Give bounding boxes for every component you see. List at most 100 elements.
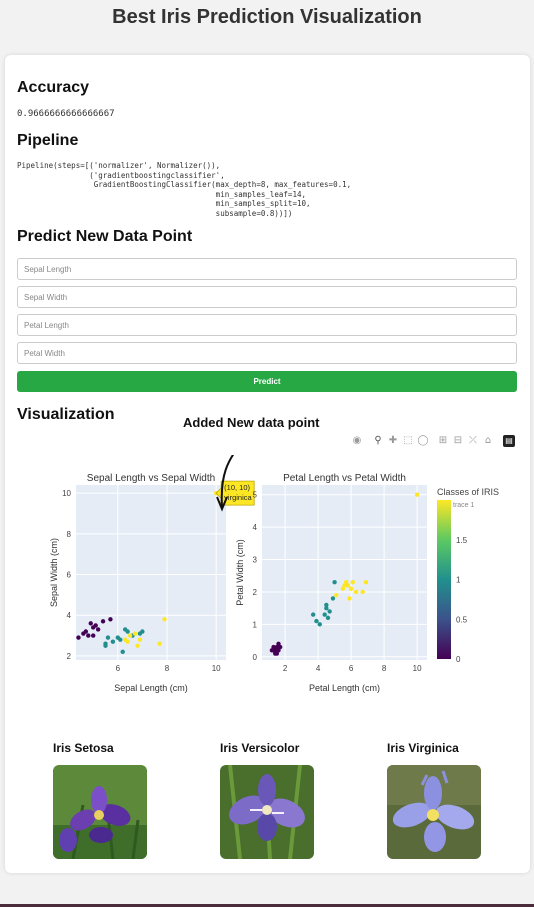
data-point (343, 580, 349, 585)
data-point (269, 648, 275, 653)
data-point (334, 592, 339, 598)
data-point (83, 629, 89, 634)
y-tick-label: 6 (67, 571, 72, 580)
data-point (310, 612, 316, 617)
pan-icon[interactable]: ✚ (387, 435, 399, 447)
petal-length-input[interactable] (17, 314, 517, 336)
y-tick-label: 10 (62, 489, 71, 498)
reset-axes-icon[interactable]: ⌂ (482, 435, 494, 447)
data-point (103, 641, 108, 646)
y-tick-label: 2 (253, 588, 258, 597)
flower-title: Iris Versicolor (220, 741, 300, 755)
data-point (135, 643, 140, 648)
data-point (132, 631, 138, 636)
colorbar-tick-label: 1 (456, 576, 461, 585)
visualization-heading: Visualization (17, 406, 115, 423)
data-point (330, 596, 336, 601)
colorbar-gradient (437, 500, 451, 659)
x-tick-label: 6 (349, 664, 354, 673)
tooltip-text: virginica (224, 493, 252, 502)
y-tick-label: 5 (253, 491, 258, 500)
data-point (325, 615, 331, 621)
flower-card-versicolor: Iris Versicolor (220, 741, 320, 859)
zoom-icon[interactable]: ⚲ (372, 435, 384, 447)
plot-area: 6 8 10246810Sepal Length vs Sepal WidthSep… (49, 455, 499, 693)
accuracy-value: 0.9666666666666667 (17, 109, 115, 119)
page-title: Best Iris Prediction Visualization (112, 6, 422, 28)
data-point (347, 596, 352, 601)
data-point (88, 621, 93, 626)
data-point (350, 580, 355, 585)
data-point (157, 641, 162, 646)
pipeline-heading: Pipeline (17, 132, 79, 149)
colorbar-tick-label: 0 (456, 655, 461, 664)
y-tick-label: 1 (253, 620, 258, 629)
data-point (277, 644, 283, 650)
y-tick-label: 4 (253, 523, 258, 532)
x-tick-label: 2 (283, 664, 288, 673)
colorbar-tick-label: 0.5 (456, 615, 468, 624)
data-point (110, 639, 116, 644)
iris-virginica-image (387, 765, 481, 859)
data-point (108, 617, 113, 622)
x-tick-label: 8 (382, 664, 387, 673)
data-point (162, 617, 167, 622)
petal-subplot[interactable]: 2 4 6 8 10 0 1 2 3 4 5 Petal Length vs Petal Width P… (235, 473, 427, 693)
zoom-in-icon[interactable]: ⊞ (437, 435, 449, 447)
data-point (140, 629, 145, 634)
data-point (105, 635, 111, 640)
data-point (332, 580, 337, 585)
y-tick-label: 4 (67, 611, 72, 620)
plot-background (262, 485, 427, 660)
plot-background (76, 485, 226, 660)
zoom-out-icon[interactable]: ⊟ (452, 435, 464, 447)
y-axis-title: Petal Width (cm) (235, 539, 245, 606)
plotly-logo-icon[interactable]: ▤ (503, 435, 515, 447)
data-point (125, 639, 130, 644)
data-point (100, 619, 106, 624)
data-point (327, 609, 332, 614)
main-card: Accuracy 0.9666666666666667 Pipeline Pip… (5, 55, 530, 873)
x-tick-label: 6 (116, 664, 121, 673)
data-point (127, 633, 133, 638)
sepal-subplot[interactable]: 6 8 10246810Sepal Length vs Sepal WidthSep… (49, 455, 255, 693)
tooltip-text: (10, 10) (224, 483, 250, 492)
data-point (322, 612, 327, 617)
subplot-title: Sepal Length vs Sepal Width (87, 473, 215, 484)
data-point (363, 580, 369, 585)
petal-width-input[interactable] (17, 342, 517, 364)
lasso-icon[interactable]: ◯ (417, 435, 429, 447)
iris-setosa-image (53, 765, 147, 859)
colorbar: Classes of IRIS trace 1 0 0.5 1 1.5 (437, 487, 499, 664)
data-point (122, 627, 128, 632)
x-axis-title: Petal Length (cm) (309, 683, 380, 693)
camera-icon[interactable]: ◉ (351, 435, 363, 447)
box-select-icon[interactable]: ⬚ (402, 435, 414, 447)
data-point (137, 637, 143, 642)
data-point (86, 633, 91, 638)
sepal-width-input[interactable] (17, 286, 517, 308)
data-point (414, 492, 420, 497)
data-point (360, 589, 365, 595)
subplot-title: Petal Length vs Petal Width (283, 473, 406, 484)
flower-title: Iris Virginica (387, 741, 459, 755)
x-tick-label: 10 (212, 664, 221, 673)
data-point (93, 623, 98, 628)
data-point (353, 589, 359, 595)
data-point (118, 637, 123, 642)
data-point (348, 586, 354, 591)
annotation-label: Added New data point (183, 415, 320, 430)
pipeline-text: Pipeline(steps=[('normalizer', Normalize… (17, 161, 352, 218)
y-tick-label: 3 (253, 556, 258, 565)
iris-versicolor-image (220, 765, 314, 859)
autoscale-icon[interactable]: ⤫ (467, 435, 479, 447)
accuracy-heading: Accuracy (17, 79, 90, 96)
data-point (120, 649, 125, 655)
sepal-length-input[interactable] (17, 258, 517, 280)
flower-card-virginica: Iris Virginica (387, 741, 487, 859)
data-point (340, 586, 346, 591)
x-tick-label: 8 (165, 664, 170, 673)
y-axis-title: Sepal Width (cm) (49, 538, 59, 607)
data-point (76, 635, 81, 640)
predict-button[interactable]: Predict (17, 371, 517, 392)
